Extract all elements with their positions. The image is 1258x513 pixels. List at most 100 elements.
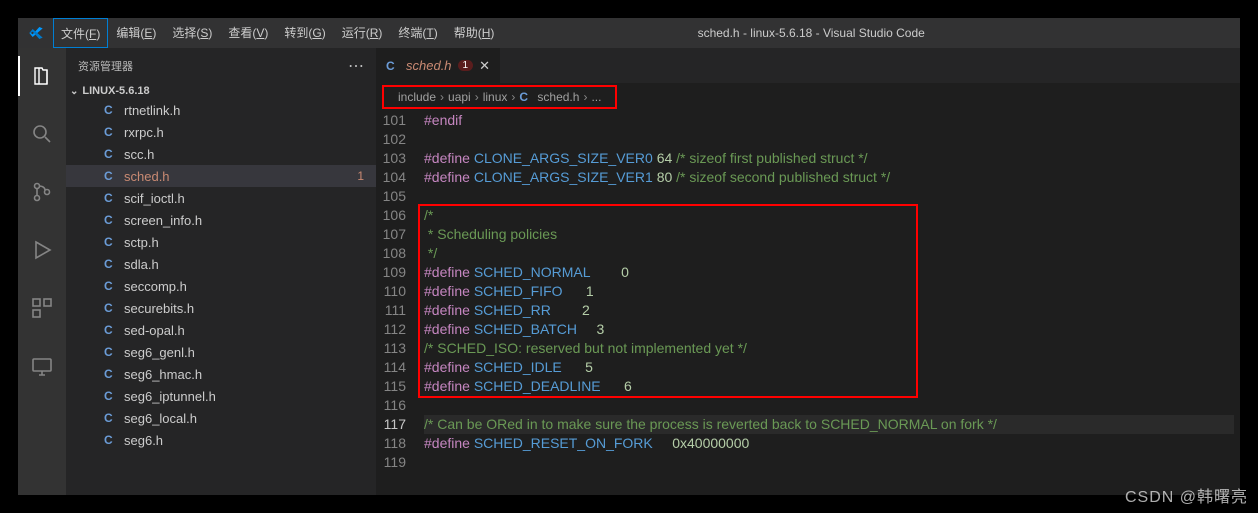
chevron-down-icon: ⌄: [70, 86, 78, 97]
file-label: seg6_local.h: [124, 411, 197, 426]
error-badge: 1: [357, 169, 364, 183]
code-line[interactable]: */: [424, 244, 1234, 263]
editor-area: C sched.h 1 ✕ include›uapi›linux›C sched…: [376, 48, 1240, 495]
file-label: seg6_hmac.h: [124, 367, 202, 382]
file-tree: Crtnetlink.hCrxrpc.hCscc.hCsched.h1Cscif…: [66, 99, 376, 495]
code-line[interactable]: [424, 453, 1234, 472]
c-file-icon: C: [104, 103, 118, 117]
c-file-icon: C: [386, 59, 400, 73]
chevron-right-icon: ›: [511, 90, 515, 104]
breadcrumb-tail[interactable]: ...: [591, 90, 601, 104]
file-item[interactable]: Cseg6_local.h: [66, 407, 376, 429]
sidebar-more-icon[interactable]: ⋯: [348, 56, 364, 76]
code-line[interactable]: [424, 396, 1234, 415]
code-content[interactable]: #endif #define CLONE_ARGS_SIZE_VER0 64 /…: [424, 111, 1234, 495]
c-file-icon: C: [104, 345, 118, 359]
file-item[interactable]: Cscreen_info.h: [66, 209, 376, 231]
line-number-gutter: 1011021031041051061071081091101111121131…: [376, 111, 424, 495]
menu-item-r[interactable]: 运行(R): [334, 18, 391, 48]
file-item[interactable]: Csecurebits.h: [66, 297, 376, 319]
file-label: securebits.h: [124, 301, 194, 316]
code-line[interactable]: #define CLONE_ARGS_SIZE_VER1 80 /* sizeo…: [424, 168, 1234, 187]
chevron-right-icon: ›: [583, 90, 587, 104]
file-item[interactable]: Csctp.h: [66, 231, 376, 253]
file-item[interactable]: Cscif_ioctl.h: [66, 187, 376, 209]
menu-item-g[interactable]: 转到(G): [276, 18, 333, 48]
file-item[interactable]: Csdla.h: [66, 253, 376, 275]
c-file-icon: C: [519, 90, 533, 104]
code-line[interactable]: [424, 187, 1234, 206]
c-file-icon: C: [104, 235, 118, 249]
sidebar-folder-header[interactable]: ⌄ LINUX-5.6.18: [66, 83, 376, 99]
file-item[interactable]: Crxrpc.h: [66, 121, 376, 143]
code-line[interactable]: [424, 130, 1234, 149]
file-item[interactable]: Cscc.h: [66, 143, 376, 165]
file-item[interactable]: Csched.h 1: [66, 165, 376, 187]
run-debug-icon[interactable]: [18, 230, 66, 270]
code-line[interactable]: * Scheduling policies: [424, 225, 1234, 244]
file-label: sed-opal.h: [124, 323, 185, 338]
breadcrumb-file[interactable]: sched.h: [537, 90, 579, 104]
code-line[interactable]: #define SCHED_FIFO 1: [424, 282, 1234, 301]
code-line[interactable]: #define SCHED_BATCH 3: [424, 320, 1234, 339]
watermark: CSDN @韩曙亮: [1125, 483, 1248, 507]
search-icon[interactable]: [18, 114, 66, 154]
menu-item-s[interactable]: 选择(S): [164, 18, 220, 48]
menu-item-h[interactable]: 帮助(H): [446, 18, 503, 48]
c-file-icon: C: [104, 147, 118, 161]
code-line[interactable]: #define SCHED_RESET_ON_FORK 0x40000000: [424, 434, 1234, 453]
file-label: rxrpc.h: [124, 125, 164, 140]
minimap[interactable]: [1234, 111, 1240, 495]
breadcrumb-segment[interactable]: linux: [483, 90, 508, 104]
file-label: seg6.h: [124, 433, 163, 448]
menu-item-v[interactable]: 查看(V): [220, 18, 276, 48]
code-line[interactable]: #define SCHED_NORMAL 0: [424, 263, 1234, 282]
file-item[interactable]: Cseccomp.h: [66, 275, 376, 297]
code-line[interactable]: #define SCHED_DEADLINE 6: [424, 377, 1234, 396]
file-item[interactable]: Csed-opal.h: [66, 319, 376, 341]
menu-item-f[interactable]: 文件(F): [53, 18, 108, 48]
file-label: seg6_genl.h: [124, 345, 195, 360]
file-item[interactable]: Cseg6_iptunnel.h: [66, 385, 376, 407]
code-line[interactable]: #define SCHED_RR 2: [424, 301, 1234, 320]
file-label: sched.h: [124, 169, 170, 184]
breadcrumb[interactable]: include›uapi›linux›C sched.h›...: [382, 85, 617, 109]
code-line[interactable]: #define CLONE_ARGS_SIZE_VER0 64 /* sizeo…: [424, 149, 1234, 168]
c-file-icon: C: [104, 125, 118, 139]
close-icon[interactable]: ✕: [479, 58, 490, 74]
breadcrumb-segment[interactable]: uapi: [448, 90, 471, 104]
file-item[interactable]: Cseg6.h: [66, 429, 376, 451]
file-label: rtnetlink.h: [124, 103, 180, 118]
activity-bar: [18, 48, 66, 495]
explorer-icon[interactable]: [18, 56, 66, 96]
code-line[interactable]: #endif: [424, 111, 1234, 130]
file-item[interactable]: Cseg6_hmac.h: [66, 363, 376, 385]
menu-item-t[interactable]: 终端(T): [390, 18, 445, 48]
menu-item-e[interactable]: 编辑(E): [108, 18, 164, 48]
remote-icon[interactable]: [18, 346, 66, 386]
c-file-icon: C: [104, 169, 118, 183]
file-label: scc.h: [124, 147, 154, 162]
extensions-icon[interactable]: [18, 288, 66, 328]
c-file-icon: C: [104, 213, 118, 227]
code-line[interactable]: /* Can be ORed in to make sure the proce…: [424, 415, 1234, 434]
code-line[interactable]: /*: [424, 206, 1234, 225]
vscode-logo-icon: [18, 25, 53, 41]
code-editor[interactable]: 1011021031041051061071081091101111121131…: [376, 111, 1240, 495]
file-item[interactable]: Cseg6_genl.h: [66, 341, 376, 363]
c-file-icon: C: [104, 433, 118, 447]
source-control-icon[interactable]: [18, 172, 66, 212]
menu-bar: 文件(F)编辑(E)选择(S)查看(V)转到(G)运行(R)终端(T)帮助(H): [53, 18, 502, 48]
c-file-icon: C: [104, 367, 118, 381]
file-label: scif_ioctl.h: [124, 191, 185, 206]
breadcrumb-segment[interactable]: include: [398, 90, 436, 104]
tab-label: sched.h: [406, 58, 452, 73]
chevron-right-icon: ›: [475, 90, 479, 104]
file-label: seg6_iptunnel.h: [124, 389, 216, 404]
file-item[interactable]: Crtnetlink.h: [66, 99, 376, 121]
file-label: sdla.h: [124, 257, 159, 272]
c-file-icon: C: [104, 279, 118, 293]
code-line[interactable]: #define SCHED_IDLE 5: [424, 358, 1234, 377]
code-line[interactable]: /* SCHED_ISO: reserved but not implement…: [424, 339, 1234, 358]
tab-sched-h[interactable]: C sched.h 1 ✕: [376, 48, 500, 83]
